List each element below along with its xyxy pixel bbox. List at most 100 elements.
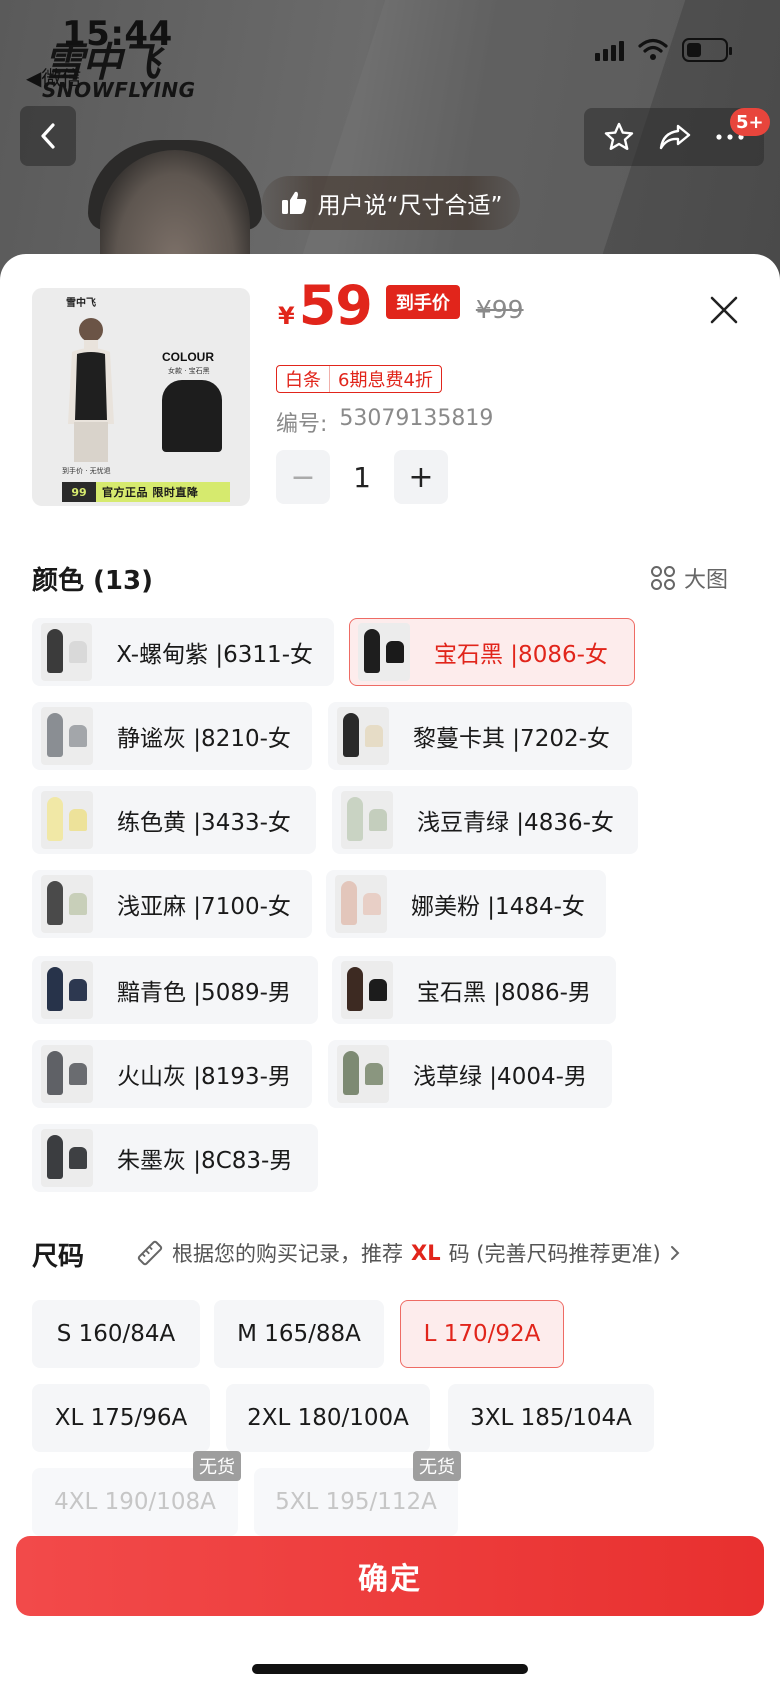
size-option-label: L 170/92A [423, 1321, 541, 1347]
status-time: 15:44 [62, 14, 173, 54]
color-option-label: 浅亚麻 |7100-女 [117, 894, 291, 920]
color-option[interactable]: 黯青色 |5089-男 [32, 956, 318, 1024]
large-image-label: 大图 [684, 568, 729, 593]
size-option[interactable]: M 165/88A [214, 1300, 384, 1368]
size-option-label: 4XL 190/108A [54, 1489, 216, 1515]
signal-icon [595, 39, 624, 61]
color-option-label: 练色黄 |3433-女 [117, 810, 291, 836]
thumb-promo-text: 官方正品 限时直降 [102, 486, 199, 499]
color-option-label: 娜美粉 |1484-女 [411, 894, 585, 920]
color-swatch [337, 1045, 389, 1103]
color-option-label: 朱墨灰 |8C83-男 [117, 1148, 293, 1174]
chevron-left-icon [41, 123, 55, 149]
size-option-label: 3XL 185/104A [470, 1405, 632, 1431]
color-option[interactable]: 火山灰 |8193-男 [32, 1040, 312, 1108]
thumbs-up-icon [281, 191, 306, 214]
color-swatch [41, 1129, 93, 1187]
color-option[interactable]: 练色黄 |3433-女 [32, 786, 316, 854]
size-recommendation-link[interactable]: 根据您的购买记录，推荐 XL 码 (完善尺码推荐更准) [136, 1238, 681, 1268]
battery-icon [682, 38, 732, 62]
home-indicator [252, 1664, 528, 1674]
size-option[interactable]: 2XL 180/100A [226, 1384, 430, 1452]
color-swatch [41, 623, 93, 681]
share-icon[interactable] [658, 122, 692, 152]
color-swatch [41, 707, 93, 765]
color-swatch [341, 961, 393, 1019]
out-of-stock-badge: 无货 [413, 1451, 461, 1481]
color-option[interactable]: 浅亚麻 |7100-女 [32, 870, 312, 938]
thumb-promo-top: 到手价 · 无忧退 [62, 467, 111, 475]
size-option[interactable]: XL 175/96A [32, 1384, 210, 1452]
back-to-app-link[interactable]: ◀微信 [26, 62, 81, 91]
color-option[interactable]: 娜美粉 |1484-女 [326, 870, 606, 938]
credit-offer: 6期息费4折 [338, 370, 433, 391]
thumb-promo-price: 99 [62, 482, 96, 502]
star-icon[interactable] [603, 121, 635, 153]
back-button[interactable] [20, 106, 76, 166]
color-option[interactable]: 浅草绿 |4004-男 [328, 1040, 612, 1108]
color-option-label: 黎蔓卡其 |7202-女 [413, 726, 610, 752]
product-thumbnail[interactable]: 雪中飞 COLOUR 女款 · 宝石黑 到手价 · 无忧退 99 官方正品 限时… [32, 288, 250, 506]
color-section-title: 颜色 (13) [32, 566, 153, 596]
color-swatch [335, 875, 387, 933]
sku-label: 编号: [276, 412, 328, 437]
color-swatch [41, 791, 93, 849]
out-of-stock-badge: 无货 [193, 1451, 241, 1481]
final-price-tag: 到手价 [385, 284, 460, 319]
color-swatch [358, 623, 410, 681]
color-option-label: 静谧灰 |8210-女 [117, 726, 291, 752]
size-option[interactable]: 3XL 185/104A [448, 1384, 654, 1452]
color-option[interactable]: 浅豆青绿 |4836-女 [332, 786, 638, 854]
large-image-toggle[interactable]: 大图 [650, 562, 728, 594]
size-option[interactable]: S 160/84A [32, 1300, 200, 1368]
quantity-decrease-button[interactable]: − [276, 450, 330, 504]
size-option-label: 5XL 195/112A [275, 1489, 437, 1515]
color-option[interactable]: 宝石黑 |8086-女 [349, 618, 635, 686]
color-option-label: 宝石黑 |8086-女 [434, 642, 608, 668]
thumb-colour-title: COLOUR [162, 350, 214, 364]
size-option[interactable]: 5XL 195/112A 无货 [254, 1451, 461, 1536]
quantity-increase-button[interactable]: + [394, 450, 448, 504]
price-row: ¥ 59 到手价 ¥99 [278, 274, 524, 337]
sku-selector-sheet: 雪中飞 COLOUR 女款 · 宝石黑 到手价 · 无忧退 99 官方正品 限时… [0, 254, 780, 1688]
status-icons [595, 38, 732, 62]
color-option[interactable]: X-螺甸紫 |6311-女 [32, 618, 334, 686]
size-option-label: 2XL 180/100A [247, 1405, 409, 1431]
message-count-badge: 5+ [730, 108, 770, 136]
color-option[interactable]: 静谧灰 |8210-女 [32, 702, 312, 770]
ruler-icon [137, 1240, 163, 1266]
color-option-label: 火山灰 |8193-男 [117, 1064, 291, 1090]
sku-row: 编号: 53079135819 [276, 406, 493, 438]
review-text: 用户说“尺寸合适” [317, 193, 503, 219]
color-option-label: 宝石黑 |8086-男 [417, 980, 591, 1006]
quantity-stepper: − 1 + [276, 450, 448, 504]
model-figure [68, 318, 114, 462]
color-swatch [41, 875, 93, 933]
close-icon[interactable] [706, 292, 742, 328]
size-hint-suffix: 码 (完善尺码推荐更准) [448, 1242, 661, 1266]
thumb-brand-logo: 雪中飞 [66, 298, 96, 309]
color-option-label: 浅草绿 |4004-男 [413, 1064, 587, 1090]
color-option[interactable]: 黎蔓卡其 |7202-女 [328, 702, 632, 770]
color-swatch [341, 791, 393, 849]
color-option[interactable]: 朱墨灰 |8C83-男 [32, 1124, 318, 1192]
color-option[interactable]: 宝石黑 |8086-男 [332, 956, 616, 1024]
color-swatch [41, 1045, 93, 1103]
color-option-label: X-螺甸紫 |6311-女 [116, 642, 313, 668]
color-swatch [41, 961, 93, 1019]
size-section-title: 尺码 [32, 1242, 85, 1272]
confirm-button[interactable]: 确定 [16, 1536, 764, 1616]
currency-symbol: ¥ [278, 302, 295, 330]
color-option-label: 浅豆青绿 |4836-女 [417, 810, 614, 836]
vest-image [162, 380, 222, 452]
original-price: ¥99 [475, 295, 524, 324]
size-hint-prefix: 根据您的购买记录，推荐 [172, 1242, 403, 1266]
chevron-right-icon [670, 1246, 680, 1260]
grid-icon [651, 566, 675, 590]
size-hint-recommended: XL [411, 1241, 441, 1265]
installment-offer-tag[interactable]: 白条 6期息费4折 [276, 365, 442, 393]
size-option[interactable]: L 170/92A [400, 1300, 564, 1368]
sku-value: 53079135819 [339, 406, 494, 431]
size-option[interactable]: 4XL 190/108A 无货 [32, 1451, 241, 1536]
quantity-value: 1 [353, 460, 371, 494]
